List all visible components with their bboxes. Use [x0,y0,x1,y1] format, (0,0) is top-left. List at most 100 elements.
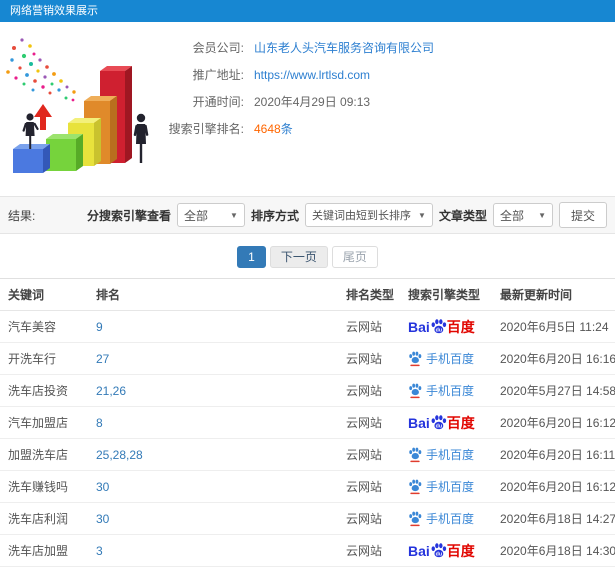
engine-cell: 手机百度 [400,342,492,375]
keyword-cell: 洗车赚钱吗 [0,470,88,503]
rank-link[interactable]: 21,26 [88,374,338,407]
svg-text:du: du [435,328,441,334]
table-row: 洗车赚钱吗 30 云网站 手机百度 2020年6月20日 16:12 [0,470,615,503]
open-time-label: 开通时间: [192,95,244,109]
mobile-baidu-paw-icon [409,447,422,463]
mobile-baidu-logo: 手机百度 [408,447,475,463]
mobile-baidu-logo: 手机百度 [408,351,474,367]
mobile-baidu-paw-icon [409,351,422,367]
rank-link[interactable]: 8 [88,406,338,439]
page-header: 网络营销效果展示 [0,0,615,22]
update-time-cell: 2020年5月27日 14:58 [492,374,615,407]
article-type-label: 文章类型 [438,208,487,223]
submit-button[interactable]: 提交 [558,202,607,228]
engine-rank-label: 搜索引擎排名: [168,122,244,136]
results-table-body: 汽车美容 9 云网站 Bai du 百度 2020年6月5日 11:24 开洗车行 27 云网站手… [0,310,615,567]
rank-link[interactable]: 30 [88,470,338,503]
table-row: 加盟洗车店 25,28,28 云网站 手机百度 2020年6月20日 16:11 [0,438,615,471]
engine-cell: Bai du 百度 [400,406,492,439]
engine-cell: 手机百度 [400,470,492,503]
bar-green [46,134,83,171]
table-row: 汽车美容 9 云网站 Bai du 百度 2020年6月5日 11:24 [0,310,615,343]
rank-type-cell: 云网站 [338,310,400,343]
rank-link[interactable]: 27 [88,342,338,375]
baidu-logo: Bai du 百度 [408,318,475,335]
mobile-baidu-logo: 手机百度 [408,479,475,495]
col-keyword: 关键词 [0,278,88,311]
results-table: 关键词 排名 排名类型 搜索引擎类型 最新更新时间 汽车美容 9 云网站 Bai du 百… [0,278,615,567]
engine-select[interactable]: 全部 ▼ [176,203,245,227]
promotion-url-row: 推广地址: https://www.lrtlsd.com [118,61,434,88]
bar-blue [13,144,50,173]
mobile-baidu-paw-icon [409,479,422,495]
keyword-cell: 洗车店投资 [0,374,88,407]
rank-link[interactable]: 9 [88,310,338,343]
open-time-value: 2020年4月29日 09:13 [254,95,371,109]
sort-select-value: 关键词由短到长排序 [311,210,411,222]
page: 网络营销效果展示 会员公司: 山东老人头汽车服务咨询有限公司 推广地址: htt… [0,0,615,567]
member-company-row: 会员公司: 山东老人头汽车服务咨询有限公司 [118,34,434,61]
update-time-cell: 2020年6月20日 16:11 [492,438,615,471]
article-type-select[interactable]: 全部 ▼ [492,203,553,227]
keyword-cell: 洗车店利润 [0,502,88,535]
baidu-paw-icon: du [431,415,446,430]
baidu-logo-text: Bai [408,542,430,559]
engine-cell: 手机百度 [400,502,492,535]
caret-down-icon: ▼ [230,210,238,220]
mobile-baidu-logo: 手机百度 [408,511,475,527]
businessman-left [22,113,39,149]
baidu-logo-text: Bai [408,318,430,335]
next-page-button[interactable]: 下一页 [269,246,328,268]
engine-rank-count: 4648 [254,121,281,136]
rank-type-cell: 云网站 [338,374,400,407]
confetti-dots [6,38,76,102]
keyword-cell: 汽车加盟店 [0,406,88,439]
engine-rank-row: 搜索引擎排名: 4648 条 [118,115,434,142]
update-time-cell: 2020年6月20日 16:12 [492,406,615,439]
page-1-button[interactable]: 1 [237,246,266,268]
results-table-head: 关键词 排名 排名类型 搜索引擎类型 最新更新时间 [0,278,615,311]
member-company-link[interactable]: 山东老人头汽车服务咨询有限公司 [254,39,434,56]
filter-controls: 分搜索引擎查看 全部 ▼ 排序方式 关键词由短到长排序 ▼ 文章类型 全部 ▼ … [87,202,607,228]
col-engine-type: 搜索引擎类型 [400,278,492,311]
engine-select-value: 全部 [183,208,208,223]
rank-type-cell: 云网站 [338,502,400,535]
mobile-baidu-label: 手机百度 [426,512,475,526]
engine-cell: 手机百度 [400,438,492,471]
mobile-baidu-paw-icon [409,511,422,527]
baidu-logo-cn-text: 百度 [446,542,475,559]
update-time-cell: 2020年6月20日 16:16 [492,342,615,375]
last-page-button[interactable]: 尾页 [331,246,378,268]
rank-link[interactable]: 3 [88,534,338,567]
table-row: 洗车店投资 21,26 云网站 手机百度 2020年5月27日 14:58 [0,374,615,407]
page-title: 网络营销效果展示 [10,5,98,17]
col-rank: 排名 [88,278,338,311]
engine-rank-suffix-link[interactable]: 条 [281,120,293,137]
rank-type-cell: 云网站 [338,342,400,375]
rank-link[interactable]: 25,28,28 [88,438,338,471]
baidu-logo-cn-text: 百度 [446,318,475,335]
keyword-cell: 加盟洗车店 [0,438,88,471]
svg-text:du: du [435,552,441,558]
rank-type-cell: 云网站 [338,438,400,471]
update-time-cell: 2020年6月5日 11:24 [492,310,615,343]
promotion-url-link[interactable]: https://www.lrtlsd.com [254,68,370,82]
baidu-paw-icon: du [431,319,446,334]
rank-type-cell: 云网站 [338,470,400,503]
mobile-baidu-label: 手机百度 [426,480,475,494]
filter-bar: 结果: 分搜索引擎查看 全部 ▼ 排序方式 关键词由短到长排序 ▼ 文章类型 全… [0,196,615,234]
member-info-section: 会员公司: 山东老人头汽车服务咨询有限公司 推广地址: https://www.… [0,22,615,196]
engine-filter-label: 分搜索引擎查看 [86,208,171,223]
table-row: 汽车加盟店 8 云网站 Bai du 百度 2020年6月20日 16:12 [0,406,615,439]
rank-type-cell: 云网站 [338,406,400,439]
result-label: 结果: [8,208,36,223]
sort-select[interactable]: 关键词由短到长排序 ▼ [304,203,433,227]
update-time-cell: 2020年6月20日 16:12 [492,470,615,503]
rank-link[interactable]: 30 [88,502,338,535]
svg-text:du: du [435,424,441,430]
member-company-label: 会员公司: [192,41,244,55]
caret-down-icon: ▼ [538,210,546,220]
mobile-baidu-label: 手机百度 [426,448,475,462]
table-row: 开洗车行 27 云网站 手机百度 2020年6月20日 16:16 [0,342,615,375]
sort-filter-label: 排序方式 [250,208,299,223]
